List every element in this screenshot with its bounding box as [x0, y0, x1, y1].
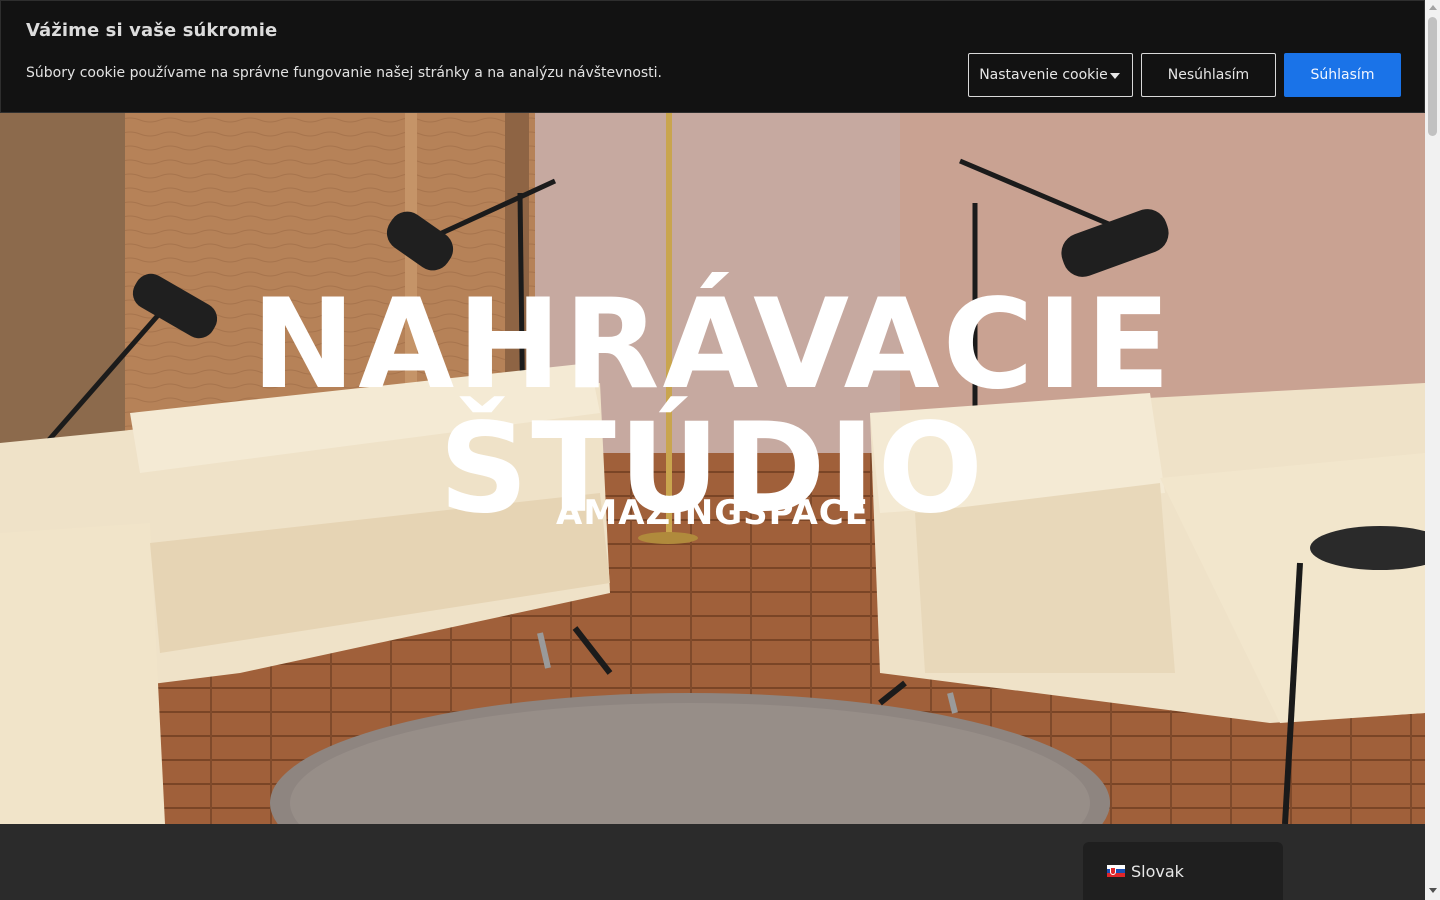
- language-switcher[interactable]: Slovak: [1083, 842, 1283, 900]
- cookie-banner-text: Súbory cookie používame na správne fungo…: [26, 65, 663, 81]
- scroll-down-arrow-icon[interactable]: [1429, 888, 1437, 893]
- cookie-banner: Vážime si vaše súkromie Súbory cookie po…: [0, 0, 1425, 113]
- cookie-settings-button[interactable]: Nastavenie cookie: [968, 53, 1133, 97]
- scrollbar-thumb[interactable]: [1428, 17, 1437, 136]
- cookie-banner-title: Vážime si vaše súkromie: [26, 20, 278, 41]
- cookie-settings-label: Nastavenie cookie: [979, 67, 1108, 83]
- hero-section: NAHRÁVACIE ŠTÚDIO AMAZINGSPACE: [0, 113, 1425, 824]
- scroll-up-arrow-icon[interactable]: [1429, 5, 1437, 10]
- vertical-scrollbar[interactable]: [1425, 0, 1440, 900]
- slovak-flag-icon: [1107, 865, 1125, 877]
- decline-cookies-button[interactable]: Nesúhlasím: [1141, 53, 1276, 97]
- accept-cookies-button[interactable]: Súhlasím: [1284, 53, 1401, 97]
- language-label: Slovak: [1131, 861, 1184, 881]
- caret-down-icon: [1110, 73, 1120, 79]
- hero-subtitle: AMAZINGSPACE: [556, 493, 869, 533]
